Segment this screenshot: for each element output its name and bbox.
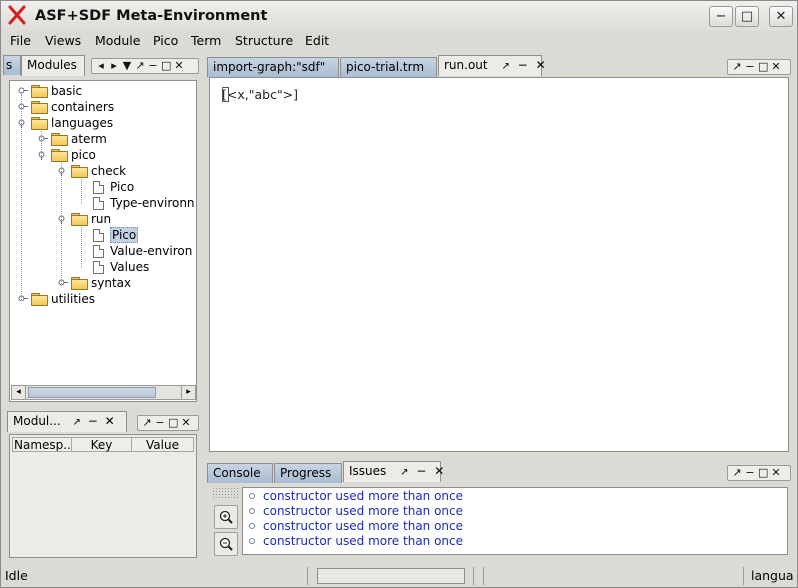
- tab-module-info-label: Modul...: [13, 414, 61, 428]
- column-key[interactable]: Key: [72, 437, 132, 452]
- list-item[interactable]: constructor used more than once: [249, 503, 463, 518]
- issue-text: constructor used more than once: [263, 503, 464, 518]
- app-window: ASF+SDF Meta-Environment − □ ✕ File View…: [0, 0, 798, 588]
- tab-issues-label: Issues: [349, 464, 387, 478]
- tab-import-graph[interactable]: import-graph:"sdf": [207, 57, 339, 77]
- tab-run-out-label: run.out: [444, 58, 488, 72]
- issue-bullet-icon: [249, 492, 255, 499]
- issue-bullet-icon: [249, 507, 255, 514]
- minimize-panel-icon[interactable]: −: [745, 467, 755, 479]
- tab-pico-trial[interactable]: pico-trial.trm: [340, 57, 437, 77]
- close-panel-icon[interactable]: ✕: [536, 58, 546, 72]
- status-divider: [473, 567, 474, 585]
- maximize-panel-icon[interactable]: □: [758, 61, 768, 73]
- tab-progress[interactable]: Progress: [274, 463, 342, 483]
- menu-structure[interactable]: Structure: [235, 33, 293, 48]
- status-text: Idle: [5, 568, 28, 583]
- module-info-window-controls: ↗ − □ ✕: [137, 415, 199, 431]
- detach-icon[interactable]: ↗: [142, 417, 152, 429]
- zoom-in-button[interactable]: [214, 505, 238, 529]
- tree-expanders: [18, 87, 68, 301]
- close-panel-icon[interactable]: ✕: [181, 417, 191, 429]
- tree-horizontal-scrollbar[interactable]: ◂ ▸: [11, 385, 196, 400]
- detach-icon[interactable]: ↗: [400, 467, 408, 478]
- issue-bullet-icon: [249, 522, 255, 529]
- status-divider: [483, 567, 484, 585]
- maximize-panel-icon[interactable]: □: [758, 467, 768, 479]
- zoom-in-icon: [219, 510, 233, 524]
- editor-window-controls: ↗ − □ ✕: [727, 59, 791, 75]
- menu-edit[interactable]: Edit: [305, 33, 329, 48]
- status-language: langua: [751, 568, 794, 583]
- editor-text-area[interactable]: [<x,"abc">]: [209, 77, 789, 452]
- toolbar-grip[interactable]: [212, 487, 240, 499]
- minimize-panel-icon[interactable]: −: [88, 414, 98, 428]
- close-panel-icon[interactable]: ✕: [105, 414, 115, 428]
- scroll-left-arrow-icon[interactable]: ◂: [12, 386, 26, 399]
- tab-modules[interactable]: Modules: [21, 55, 85, 76]
- status-divider: [743, 567, 744, 585]
- tab-console[interactable]: Console: [207, 463, 273, 483]
- list-item[interactable]: constructor used more than once: [249, 518, 463, 533]
- issue-text: constructor used more than once: [263, 488, 464, 503]
- column-namespace[interactable]: Namesp...: [12, 437, 72, 452]
- issue-text: constructor used more than once: [263, 533, 464, 548]
- close-icon: ✕: [775, 9, 787, 24]
- minimize-panel-icon[interactable]: −: [518, 58, 528, 72]
- detach-icon[interactable]: ↗: [732, 467, 742, 479]
- close-panel-icon[interactable]: ✕: [771, 467, 781, 479]
- tab-module-info[interactable]: Modul... ↗ − ✕: [7, 411, 127, 432]
- detach-icon[interactable]: ↗: [501, 61, 509, 72]
- list-item[interactable]: constructor used more than once: [249, 488, 463, 503]
- issue-text: constructor used more than once: [263, 518, 464, 533]
- text-cursor: [222, 87, 229, 102]
- issues-toolbar: [212, 487, 240, 557]
- minimize-panel-icon[interactable]: −: [416, 464, 426, 478]
- close-panel-icon[interactable]: ✕: [771, 61, 781, 73]
- minimize-button[interactable]: −: [709, 6, 733, 27]
- zoom-out-button[interactable]: [214, 532, 238, 556]
- close-panel-icon[interactable]: ✕: [434, 464, 444, 478]
- minimize-panel-icon[interactable]: −: [745, 61, 755, 73]
- zoom-out-icon: [219, 537, 233, 551]
- detach-icon[interactable]: ↗: [732, 61, 742, 73]
- scrollbar-thumb[interactable]: [28, 387, 156, 398]
- tab-issues[interactable]: Issues ↗ − ✕: [343, 461, 444, 482]
- issue-bullet-icon: [249, 537, 255, 544]
- maximize-panel-icon[interactable]: □: [168, 417, 178, 429]
- close-button[interactable]: ✕: [769, 6, 793, 27]
- scroll-right-arrow-icon[interactable]: ▸: [181, 386, 195, 399]
- status-divider: [307, 567, 308, 585]
- column-value[interactable]: Value: [132, 437, 194, 452]
- bottom-window-controls: ↗ − □ ✕: [727, 465, 791, 481]
- maximize-icon: □: [740, 9, 754, 24]
- minimize-panel-icon[interactable]: −: [155, 417, 165, 429]
- module-info-table[interactable]: Namesp... Key Value: [9, 434, 197, 558]
- tab-run-out[interactable]: run.out ↗ − ✕: [438, 55, 546, 76]
- maximize-button[interactable]: □: [735, 6, 759, 27]
- list-item[interactable]: constructor used more than once: [249, 533, 463, 548]
- minimize-icon: −: [715, 9, 727, 24]
- editor-content[interactable]: [<x,"abc">]: [222, 87, 298, 102]
- table-header: Namesp... Key Value: [12, 437, 194, 452]
- status-bar: Idle langua: [1, 565, 797, 587]
- detach-icon[interactable]: ↗: [73, 417, 81, 428]
- progress-bar: [317, 568, 465, 584]
